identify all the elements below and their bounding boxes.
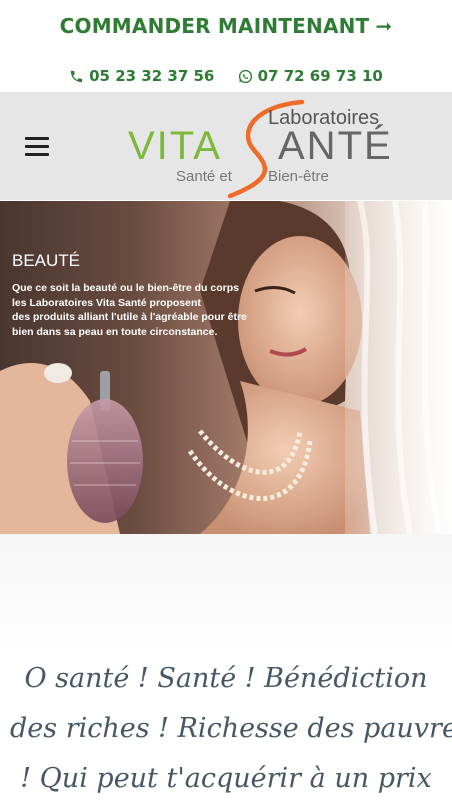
contact-phones: 05 23 32 37 56 07 72 69 73 10 — [0, 67, 452, 88]
logo-tagline-right: Bien-être — [268, 168, 329, 185]
logo-sante: ANTÉ — [278, 124, 393, 168]
hero-line: Que ce soit la beauté ou le bien-être du… — [12, 282, 239, 294]
whatsapp-icon — [238, 69, 252, 83]
logo-tagline-left: Santé et — [176, 168, 232, 185]
phone-number: 05 23 32 37 56 — [89, 67, 215, 85]
menu-icon[interactable] — [25, 137, 49, 157]
phone-icon — [70, 70, 83, 82]
whatsapp-number: 07 72 69 73 10 — [257, 67, 383, 85]
hero-banner: BEAUTÉ Que ce soit la beauté ou le bien-… — [0, 201, 452, 534]
hero-description: Que ce soit la beauté ou le bien-être du… — [12, 281, 247, 339]
site-logo[interactable]: Laboratoires VITA ANTÉ Santé et Bien-êtr… — [126, 96, 406, 200]
phone-link[interactable]: 05 23 32 37 56 — [69, 67, 214, 85]
quote-line: des riches ! Richesse des pauvres — [10, 713, 452, 744]
whatsapp-link[interactable]: 07 72 69 73 10 — [238, 67, 383, 85]
quote-line: O santé ! Santé ! Bénédiction — [24, 663, 428, 694]
order-now-link[interactable]: COMMANDER MAINTENANT ➞ — [0, 14, 452, 38]
logo-vita: VITA — [128, 124, 222, 168]
order-now-label: COMMANDER MAINTENANT — [59, 14, 370, 38]
hero-line: bien dans sa peau en toute circonstance. — [12, 325, 218, 338]
section-spacer — [0, 534, 452, 654]
quote-line: ! Qui peut t'acquérir à un prix — [20, 763, 432, 794]
hero-line: les Laboratoires Vita Santé proposent — [12, 296, 201, 309]
top-bar: COMMANDER MAINTENANT ➞ 05 23 32 37 56 07 … — [0, 0, 452, 92]
hero-line: des produits alliant l'utile à l'agréabl… — [12, 311, 247, 323]
site-header: Laboratoires VITA ANTÉ Santé et Bien-êtr… — [0, 92, 452, 200]
arrow-right-icon: ➞ — [375, 14, 393, 38]
quote-block: O santé ! Santé ! Bénédiction des riches… — [10, 654, 452, 804]
hero-title: BEAUTÉ — [12, 251, 81, 270]
